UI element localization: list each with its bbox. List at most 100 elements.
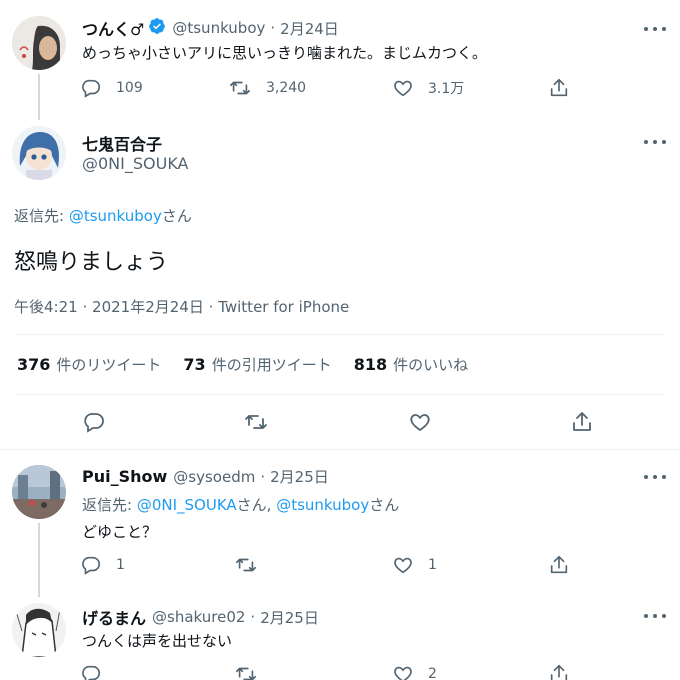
stat-likes[interactable]: 818 件のいいね bbox=[354, 354, 468, 375]
main-stats: 376 件のリツイート 73 件の引用ツイート 818 件のいいね bbox=[17, 354, 468, 375]
tweet1-reply-count: 109 bbox=[116, 80, 143, 96]
tweet1-share-button[interactable] bbox=[548, 77, 570, 99]
reply-icon bbox=[84, 413, 104, 433]
reply2-separator: · bbox=[250, 608, 256, 626]
tweet1-more-icon[interactable] bbox=[644, 26, 666, 32]
main-like-button[interactable] bbox=[408, 410, 432, 434]
reply-icon bbox=[82, 79, 101, 98]
reply1-text: どゆこと？ bbox=[82, 523, 158, 541]
reply1-like-button[interactable]: 1 bbox=[392, 554, 437, 576]
stat-likes-number: 818 bbox=[353, 355, 388, 374]
avatar-puishow[interactable] bbox=[12, 465, 66, 519]
divider-stats bbox=[14, 394, 664, 395]
reply1-reply-count: 1 bbox=[116, 557, 125, 573]
main-reply-prefix: 返信先: bbox=[14, 207, 69, 225]
retweet-icon bbox=[230, 81, 250, 95]
reply2-more-icon[interactable] bbox=[644, 613, 666, 619]
tweet1-author-name[interactable]: つんく♂ bbox=[82, 16, 144, 40]
tweet1-retweet-count: 3,240 bbox=[266, 80, 307, 96]
reply1-share-button[interactable] bbox=[548, 554, 570, 576]
main-meta-time[interactable]: 午後4:21 bbox=[14, 298, 78, 316]
avatar-tsunku[interactable] bbox=[12, 16, 66, 70]
reply1-header: Pui_Show @sysoedm · 2月25日 bbox=[82, 466, 329, 487]
avatar-nanaki-image bbox=[12, 126, 66, 180]
reply2-reply-button[interactable] bbox=[80, 663, 102, 680]
reply2-date[interactable]: 2月25日 bbox=[260, 607, 319, 628]
main-meta: 午後4:21 · 2021年2月24日 · Twitter for iPhone bbox=[14, 296, 349, 317]
reply2-like-button[interactable]: 2 bbox=[392, 663, 437, 680]
reply1-handle[interactable]: @sysoedm bbox=[173, 468, 255, 486]
main-retweet-button[interactable] bbox=[243, 410, 269, 434]
stat-quotes-label: 件の引用ツイート bbox=[211, 356, 332, 374]
reply1-date[interactable]: 2月25日 bbox=[270, 466, 329, 487]
main-meta-sep-1: · bbox=[82, 298, 88, 316]
share-icon bbox=[573, 412, 591, 431]
reply2-retweet-button[interactable] bbox=[234, 663, 258, 680]
main-reply-context: 返信先: @tsunkuboyさん bbox=[14, 205, 192, 226]
reply1-retweet-button[interactable] bbox=[234, 554, 258, 576]
reply2-author-name[interactable]: げるまん bbox=[82, 605, 146, 629]
main-meta-source[interactable]: Twitter for iPhone bbox=[218, 298, 349, 316]
main-reply-to-link[interactable]: @tsunkuboy bbox=[69, 207, 162, 225]
main-share-button[interactable] bbox=[570, 410, 594, 434]
retweet-icon bbox=[245, 415, 267, 429]
reply1-reply-to-link-1[interactable]: @0NI_SOUKA bbox=[137, 496, 237, 514]
main-reply-button[interactable] bbox=[82, 410, 106, 434]
reply1-reply-button[interactable]: 1 bbox=[80, 554, 125, 576]
reply1-reply-context: 返信先: @0NI_SOUKAさん, @tsunkuboyさん bbox=[82, 494, 399, 515]
reply1-reply-to-link-2[interactable]: @tsunkuboy bbox=[276, 496, 369, 514]
stat-quotes-number: 73 bbox=[183, 355, 206, 374]
main-handle[interactable]: @0NI_SOUKA bbox=[82, 154, 188, 173]
reply-icon bbox=[82, 556, 101, 575]
divider-main-end bbox=[0, 449, 680, 450]
verified-badge-icon bbox=[148, 17, 166, 39]
stat-likes-label: 件のいいね bbox=[393, 356, 469, 374]
avatar-geruman[interactable] bbox=[12, 603, 66, 657]
tweet1-separator: · bbox=[270, 19, 276, 37]
divider-meta bbox=[14, 334, 664, 335]
stat-retweets-label: 件のリツイート bbox=[56, 356, 162, 374]
share-icon bbox=[550, 664, 568, 680]
avatar-tsunku-image bbox=[12, 16, 66, 70]
tweet1-handle[interactable]: @tsunkuboy bbox=[172, 19, 265, 37]
reply1-reply-prefix: 返信先: bbox=[82, 496, 137, 514]
reply2-handle[interactable]: @shakure02 bbox=[152, 608, 245, 626]
reply1-author-name[interactable]: Pui_Show bbox=[82, 467, 167, 486]
reply2-header: げるまん @shakure02 · 2月25日 bbox=[82, 605, 319, 629]
heart-icon bbox=[410, 414, 430, 432]
reply1-reply-suffix: さん bbox=[369, 496, 400, 514]
tweet1-like-count: 3.1万 bbox=[428, 81, 465, 97]
tweet1-retweet-button[interactable]: 3,240 bbox=[228, 77, 306, 99]
tweet1-header: つんく♂ @tsunkuboy · 2月24日 bbox=[82, 16, 339, 40]
retweet-icon bbox=[236, 667, 256, 680]
reply-icon bbox=[82, 665, 101, 680]
thread-line-2 bbox=[38, 523, 40, 597]
stat-retweets[interactable]: 376 件のリツイート bbox=[17, 354, 161, 375]
reply2-share-button[interactable] bbox=[548, 663, 570, 680]
reply1-more-icon[interactable] bbox=[644, 474, 666, 480]
stat-quotes[interactable]: 73 件の引用ツイート bbox=[183, 354, 331, 375]
reply1-reply-mid: さん, bbox=[236, 496, 277, 514]
thread-line-1 bbox=[38, 74, 40, 120]
avatar-puishow-image bbox=[12, 465, 66, 519]
share-icon bbox=[550, 78, 568, 97]
main-more-icon[interactable] bbox=[644, 139, 666, 145]
heart-icon bbox=[394, 80, 412, 97]
main-meta-date[interactable]: 2021年2月24日 bbox=[92, 298, 204, 316]
reply1-separator: · bbox=[260, 467, 266, 486]
main-author-name[interactable]: 七鬼百合子 bbox=[82, 131, 162, 155]
tweet1-date[interactable]: 2月24日 bbox=[280, 18, 339, 39]
retweet-icon bbox=[236, 558, 256, 572]
tweet1-reply-button[interactable]: 109 bbox=[80, 77, 143, 99]
reply2-text: つんくは声を出せない bbox=[82, 632, 233, 650]
main-meta-sep-2: · bbox=[208, 298, 214, 316]
avatar-nanaki[interactable] bbox=[12, 126, 66, 180]
stat-retweets-number: 376 bbox=[17, 355, 51, 374]
tweet1-like-button[interactable]: 3.1万 bbox=[392, 77, 464, 99]
tweet1-text: めっちゃ小さいアリに思いっきり噛まれた。まじムカつく。 bbox=[82, 44, 488, 62]
reply1-like-count: 1 bbox=[428, 557, 437, 573]
main-reply-suffix: さん bbox=[161, 207, 192, 225]
avatar-geruman-image bbox=[12, 603, 66, 657]
heart-icon bbox=[394, 666, 412, 680]
main-tweet-text: 怒鳴りましょう bbox=[14, 250, 169, 275]
